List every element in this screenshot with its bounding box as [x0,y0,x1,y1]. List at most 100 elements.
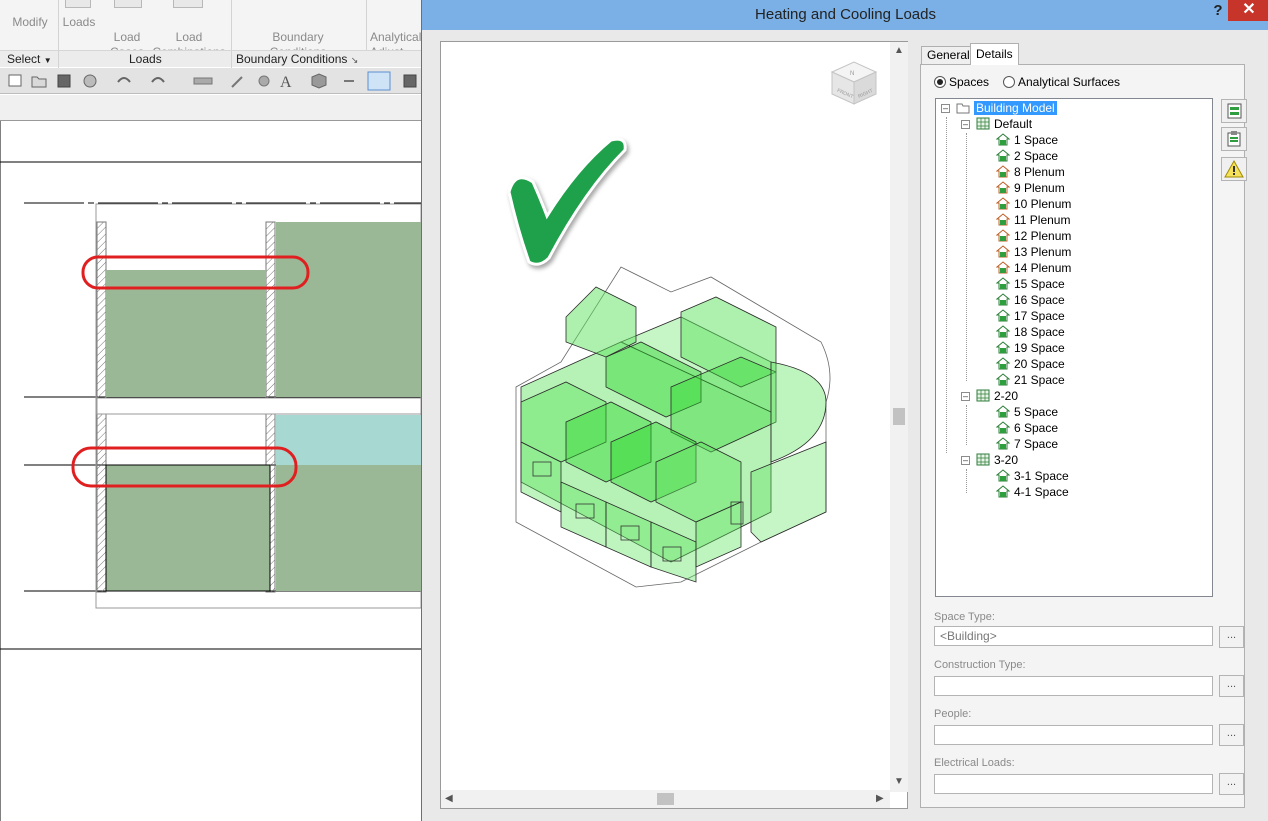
people-field[interactable] [934,725,1213,745]
scroll-down-icon[interactable]: ▼ [894,776,904,787]
construction-type-field[interactable] [934,676,1213,696]
tree-node-label: 3-1 Space [1014,469,1069,483]
boundary-conditions-group-text: Boundary Conditions [236,52,348,66]
spaces-tree-view[interactable]: – Building Model – Default 1 Space 2 Space 8 P… [935,98,1213,597]
close-button[interactable]: ✕ [1228,0,1268,21]
collapse-toggle[interactable]: – [961,120,970,129]
construction-type-label: Construction Type: [934,659,1026,671]
undo-icon [117,77,131,83]
tree-connector [966,133,967,381]
tree-node-space[interactable]: 20 Space [996,357,1065,373]
vertical-scroll-thumb[interactable] [893,408,905,425]
tab-details[interactable]: Details [970,43,1019,65]
radio-unselected-indicator [1003,76,1015,88]
quick-access-toolbar: A [0,68,421,94]
model-preview-pane[interactable]: N FRONT RIGHT ▲ ▼ ◀ ▶ [440,41,908,809]
level-grid-icon [976,117,990,130]
view-cube[interactable]: N FRONT RIGHT [830,61,878,105]
loads-label: Loads [62,15,96,29]
collapse-toggle[interactable]: – [941,104,950,113]
tree-node-space[interactable]: 16 Space [996,293,1065,309]
space-icon [996,325,1010,338]
heating-cooling-loads-dialog: Heating and Cooling Loads ? ✕ N FRONT RI… [421,0,1268,821]
tree-node-space[interactable]: 21 Space [996,373,1065,389]
spaces-radio[interactable]: Spaces [934,75,989,89]
space-type-browse-button[interactable]: ... [1219,626,1244,648]
collapse-toggle[interactable]: – [961,456,970,465]
tree-node-space[interactable]: 15 Space [996,277,1065,293]
space-fill-upper-right [276,222,421,397]
tree-node-space[interactable]: 7 Space [996,437,1058,453]
tree-node-space[interactable]: 19 Space [996,341,1065,357]
sync-icon [83,74,97,88]
space-icon [996,309,1010,322]
tree-node-space[interactable]: 6 Space [996,421,1058,437]
electrical-loads-field[interactable] [934,774,1213,794]
tree-node-space[interactable]: 3-1 Space [996,469,1069,485]
warnings-button[interactable] [1221,157,1247,181]
horizontal-scroll-thumb[interactable] [657,793,674,805]
tree-node-level-group[interactable]: Default [976,117,1032,133]
tree-node-label: 8 Plenum [1014,165,1065,179]
space-type-field[interactable]: <Building> [934,626,1213,646]
tree-node-plenum[interactable]: 10 Plenum [996,197,1071,213]
space-fill-upper-left [106,270,266,397]
collapse-toggle[interactable]: – [961,392,970,401]
tree-node-plenum[interactable]: 11 Plenum [996,213,1070,229]
tree-node-label: 17 Space [1014,309,1065,323]
help-button[interactable]: ? [1207,2,1229,22]
tree-node-plenum[interactable]: 14 Plenum [996,261,1071,277]
space-icon [996,373,1010,386]
ribbon-separator [231,51,232,68]
ribbon-separator [231,0,232,50]
people-browse-button[interactable]: ... [1219,724,1244,746]
wall-middle [265,221,276,593]
loads-button[interactable]: Loads [60,0,98,30]
scroll-up-icon[interactable]: ▲ [894,45,904,56]
tree-node-space[interactable]: 17 Space [996,309,1065,325]
highlight-ring-lower [71,446,298,488]
tree-connector [946,117,947,453]
tree-node-space[interactable]: 1 Space [996,133,1058,149]
space-icon [996,469,1010,482]
tree-node-plenum[interactable]: 9 Plenum [996,181,1065,197]
electrical-loads-browse-button[interactable]: ... [1219,773,1244,795]
modify-button[interactable]: Modify [6,0,54,30]
tree-node-label: 1 Space [1014,133,1059,147]
vertical-scrollbar[interactable]: ▲ ▼ [890,42,908,792]
horizontal-scrollbar[interactable]: ◀ ▶ [441,790,890,808]
tree-node-space[interactable]: 2 Space [996,149,1058,165]
plenum-icon [996,197,1010,210]
tree-node-label: 10 Plenum [1014,197,1072,211]
scroll-left-icon[interactable]: ◀ [445,793,453,804]
check-mark-icon [507,137,627,266]
tree-node-plenum[interactable]: 12 Plenum [996,229,1071,245]
select-group-label: Select [7,52,41,66]
analytical-surfaces-radio[interactable]: Analytical Surfaces [1003,75,1120,89]
highlight-ring-upper [81,255,310,290]
scroll-right-icon[interactable]: ▶ [876,793,884,804]
thin-lines-icon [367,71,391,91]
highlight-space-button[interactable] [1221,99,1247,123]
tree-node-space[interactable]: 18 Space [996,325,1065,341]
tree-node-level-group[interactable]: 3-20 [976,453,1018,469]
tree-node-label: 5 Space [1014,405,1059,419]
chevron-down-icon: ▼ [43,56,52,65]
tree-node-plenum[interactable]: 8 Plenum [996,165,1065,181]
tree-node-label: 15 Space [1014,277,1065,291]
space-info-button[interactable] [1221,127,1247,151]
tree-node-space[interactable]: 5 Space [996,405,1058,421]
tree-node-plenum[interactable]: 13 Plenum [996,245,1071,261]
wall-left [96,221,107,593]
level-grid-icon [976,453,990,466]
dialog-launcher-icon[interactable]: ↘ [351,55,359,65]
measure-icon [193,77,213,85]
tab-general[interactable]: General [921,46,976,64]
warning-icon [1224,159,1244,178]
tree-node-building-model[interactable]: Building Model [956,101,1057,117]
title-bar[interactable]: Heating and Cooling Loads ? ✕ [422,0,1268,30]
construction-type-browse-button[interactable]: ... [1219,675,1244,697]
tree-node-level-group[interactable]: 2-20 [976,389,1018,405]
select-dropdown[interactable]: Select ▼ [7,52,52,66]
tree-node-space[interactable]: 4-1 Space [996,485,1069,501]
